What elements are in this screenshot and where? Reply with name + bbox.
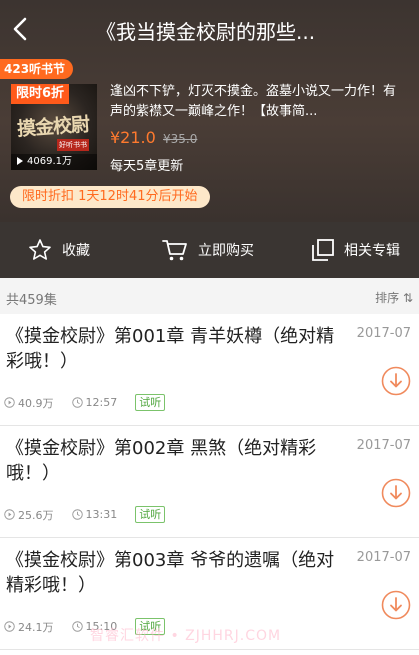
duration-value: 13:31 (85, 508, 118, 521)
discount-countdown: 限时折扣 1天12时41分后开始 (10, 186, 210, 208)
episode-meta: 25.6万 13:31 试听 (4, 506, 166, 523)
cover-tag: 好听书书 (57, 139, 89, 151)
play-circle-icon (4, 397, 15, 408)
album-description[interactable]: 逢凶不下铲，灯灭不摸金。盗墓小说又一力作！有声的紫襟又一巅峰之作！【故事简... (110, 82, 406, 124)
cover-play-count: 4069.1万 (11, 154, 97, 170)
episode-title[interactable]: 《摸金校尉》第001章 青羊妖樽（绝对精彩哦！） (6, 324, 346, 374)
play-count: 25.6万 (4, 507, 54, 523)
page-title: 《我当摸金校尉的那些... (96, 20, 316, 44)
original-price: ¥35.0 (163, 132, 198, 146)
episode-date: 2017-07 (356, 326, 411, 341)
trial-badge: 试听 (135, 394, 166, 411)
play-circle-icon (4, 509, 15, 520)
favorite-label: 收藏 (62, 243, 90, 259)
related-albums-label: 相关专辑 (344, 243, 400, 259)
album-cover[interactable]: 限时6折 摸金校尉 好听书书 4069.1万 (11, 84, 97, 170)
download-icon[interactable] (381, 478, 411, 508)
episode-date: 2017-07 (356, 550, 411, 565)
duration: 13:31 (71, 508, 118, 521)
play-count-value: 40.9万 (18, 396, 54, 410)
duration-value: 12:57 (85, 396, 118, 409)
episode-count: 共459集 (6, 293, 57, 308)
cover-discount-badge: 限时6折 (11, 84, 70, 104)
back-arrow-icon[interactable] (8, 14, 34, 44)
current-price: ¥21.0 (110, 128, 156, 147)
clock-icon (71, 397, 83, 408)
sort-label: 排序 (375, 291, 400, 305)
play-count: 24.1万 (4, 619, 54, 635)
episode-title[interactable]: 《摸金校尉》第002章 黑煞（绝对精彩哦！） (6, 436, 346, 486)
update-schedule: 每天5章更新 (110, 159, 184, 174)
play-count-value: 25.6万 (18, 508, 54, 522)
watermark: 智睿汇软件 • ZJHHRJ.COM (90, 628, 282, 644)
favorite-button[interactable]: 收藏 (28, 222, 90, 278)
play-count: 40.9万 (4, 395, 54, 411)
sort-button[interactable]: 排序 ⇅ (375, 289, 413, 306)
promo-badge[interactable]: 423听书节 (0, 59, 74, 79)
download-icon[interactable] (381, 366, 411, 396)
episode-row[interactable]: 《摸金校尉》第002章 黑煞（绝对精彩哦！） 2017-07 25.6万 13:… (0, 426, 419, 538)
clock-icon (71, 621, 83, 632)
play-circle-icon (4, 621, 15, 632)
play-count-value: 24.1万 (18, 620, 54, 634)
episode-meta: 40.9万 12:57 试听 (4, 394, 166, 411)
buy-now-button[interactable]: 立即购买 (162, 222, 254, 278)
sort-icon: ⇅ (402, 291, 413, 305)
trial-badge: 试听 (135, 506, 166, 523)
episode-list-header: 共459集 排序 ⇅ (0, 278, 419, 314)
album-icon (312, 239, 334, 261)
play-icon (17, 157, 23, 165)
clock-icon (71, 509, 83, 520)
episode-date: 2017-07 (356, 438, 411, 453)
cover-art-text: 摸金校尉 (16, 113, 90, 141)
download-icon[interactable] (381, 590, 411, 620)
episode-title[interactable]: 《摸金校尉》第003章 爷爷的遗嘱（绝对精彩哦！） (6, 548, 346, 598)
star-icon (29, 239, 51, 260)
related-albums-button[interactable]: 相关专辑 (312, 222, 400, 278)
action-bar: 收藏 立即购买 相关专辑 (0, 222, 419, 278)
buy-now-label: 立即购买 (198, 243, 254, 259)
cover-plays-value: 4069.1万 (27, 156, 72, 167)
cart-icon (162, 240, 187, 261)
album-header: 《我当摸金校尉的那些... 423听书节 限时6折 摸金校尉 好听书书 4069… (0, 0, 419, 222)
episode-row[interactable]: 《摸金校尉》第001章 青羊妖樽（绝对精彩哦！） 2017-07 40.9万 1… (0, 314, 419, 426)
duration: 12:57 (71, 396, 118, 409)
